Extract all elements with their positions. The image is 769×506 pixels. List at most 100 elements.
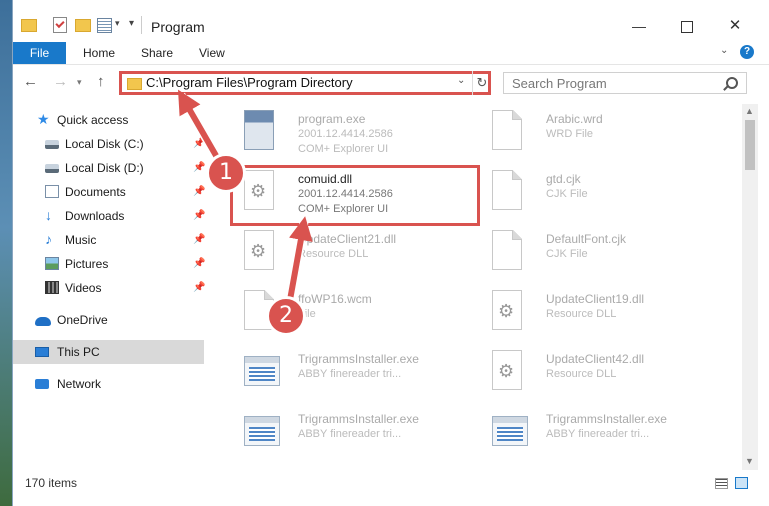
file-detail: Resource DLL [546,308,617,320]
forward-button[interactable]: → [53,73,68,90]
navigation-bar: ← → ▾ ↑ C:\Program Files\Program Directo… [13,65,769,103]
tab-share[interactable]: Share [141,42,173,64]
file-detail: ABBY finereader tri... [298,368,402,380]
caret-down-icon[interactable]: ▾ [115,18,120,34]
file-tile[interactable]: TrigrammsInstaller.exe ABBY finereader t… [216,348,456,404]
file-detail: Resource DLL [546,368,617,380]
sidebar-item-label: OneDrive [57,313,108,327]
file-tile[interactable]: TrigrammsInstaller.exe ABBY finereader t… [216,408,456,464]
file-tile[interactable]: UpdateClient42.dll Resource DLL [464,348,704,404]
sidebar-item-music[interactable]: ♪ Music 📌 [13,228,205,252]
document-icon [492,110,522,150]
sidebar-item-label: This PC [57,345,100,359]
sidebar-item-downloads[interactable]: ↓ Downloads 📌 [13,204,205,228]
search-input[interactable]: Search Program [503,72,747,94]
documents-icon [45,185,59,198]
vertical-scrollbar[interactable]: ▲ ▼ [742,104,758,470]
sidebar-item-label: Network [57,377,102,391]
rename-icon[interactable] [97,18,112,33]
file-tile[interactable]: ffoWP16.wcm File [216,288,456,344]
file-name: DefaultFont.cjk [546,232,627,246]
file-detail: CJK File [546,248,588,260]
computer-icon [35,347,49,357]
help-icon[interactable]: ? [740,45,754,59]
scroll-down-icon[interactable]: ▼ [745,456,754,466]
file-tile[interactable]: UpdateClient19.dll Resource DLL [464,288,704,344]
music-icon: ♪ [45,231,52,247]
file-tile[interactable]: TrigrammsInstaller.exe ABBY finereader t… [464,408,704,464]
up-button[interactable]: ↑ [97,73,105,90]
sidebar-item-network[interactable]: Network [13,372,204,396]
pin-icon[interactable]: 📌 [193,252,205,276]
pin-icon[interactable]: 📌 [193,204,205,228]
properties-check-icon[interactable] [53,17,67,33]
star-icon: ★ [37,111,50,127]
window-title: Program [151,19,205,35]
close-button[interactable]: ✕ [712,12,758,40]
status-bar: 170 items [13,472,769,494]
back-button[interactable]: ← [23,73,38,90]
file-name: TrigrammsInstaller.exe [546,412,667,426]
pin-icon[interactable]: 📌 [193,156,205,180]
file-tile[interactable]: Arabic.wrd WRD File [464,108,704,164]
download-icon: ↓ [45,207,52,223]
new-folder-icon[interactable] [75,19,91,32]
pin-icon[interactable]: 📌 [193,132,205,156]
file-name: program.exe [298,112,366,126]
file-tile[interactable]: program.exe 2001.12.4414.2586 COM+ Explo… [216,108,456,164]
sidebar-item-local-disk-c[interactable]: Local Disk (C:) 📌 [13,132,205,156]
address-path[interactable]: C:\Program Files\Program Directory [146,75,353,90]
ribbon: File Home Share View ⌄ ? [13,42,769,65]
file-detail: 2001.12.4414.2586 [298,128,393,140]
gear-file-icon [492,350,522,390]
details-view-icon[interactable] [715,478,728,489]
expand-ribbon-icon[interactable]: ⌄ [720,45,728,56]
window-exe-icon [244,356,280,386]
explorer-window: ▾ ▾ Program — ✕ File Home Share View ⌄ ?… [12,0,769,506]
maximize-button[interactable] [664,12,710,40]
tiles-view-icon[interactable] [735,477,748,489]
customize-toolbar-icon[interactable]: ▾ [129,18,134,34]
tab-home[interactable]: Home [83,42,115,64]
sidebar-item-onedrive[interactable]: OneDrive [13,308,204,332]
file-tile[interactable]: UpdateClient21.dll Resource DLL [216,228,456,284]
recent-locations-icon[interactable]: ▾ [77,77,82,88]
minimize-button[interactable]: — [616,12,662,40]
file-name: Arabic.wrd [546,112,603,126]
maximize-icon [681,21,693,34]
file-detail: ABBY finereader tri... [546,428,650,440]
scroll-up-icon[interactable]: ▲ [745,106,754,116]
sidebar-item-pictures[interactable]: Pictures 📌 [13,252,205,276]
file-tile[interactable]: DefaultFont.cjk CJK File [464,228,704,284]
sidebar-item-documents[interactable]: Documents 📌 [13,180,205,204]
sidebar-item-quick-access[interactable]: ★ Quick access [13,108,204,132]
scroll-thumb[interactable] [745,120,755,170]
search-icon[interactable] [726,77,738,89]
sidebar-item-videos[interactable]: Videos 📌 [13,276,205,300]
file-name: gtd.cjk [546,172,581,186]
tab-view[interactable]: View [199,42,225,64]
file-detail: Resource DLL [298,248,369,260]
video-icon [45,281,59,294]
address-bar[interactable]: C:\Program Files\Program Directory ⌄ ↻ [119,71,491,95]
sidebar-item-label: Quick access [57,113,129,127]
folder-icon[interactable] [21,19,37,32]
refresh-button[interactable]: ↻ [472,71,491,95]
window-exe-icon [492,416,528,446]
title-bar: ▾ ▾ Program — ✕ [13,0,769,42]
cloud-icon [35,317,51,326]
tab-file[interactable]: File [13,42,66,64]
file-detail: WRD File [546,128,594,140]
file-detail: COM+ Explorer UI [298,143,389,155]
pin-icon[interactable]: 📌 [193,180,205,204]
step-2-badge: 2 [266,296,306,336]
program-icon [244,110,274,150]
sidebar-item-this-pc[interactable]: This PC [13,340,204,364]
file-tile[interactable]: gtd.cjk CJK File [464,168,704,224]
file-highlight-box [230,165,480,226]
pin-icon[interactable]: 📌 [193,276,205,300]
gear-file-icon [492,290,522,330]
address-dropdown-icon[interactable]: ⌄ [457,75,465,86]
pin-icon[interactable]: 📌 [193,228,205,252]
sidebar-item-local-disk-d[interactable]: Local Disk (D:) 📌 [13,156,205,180]
